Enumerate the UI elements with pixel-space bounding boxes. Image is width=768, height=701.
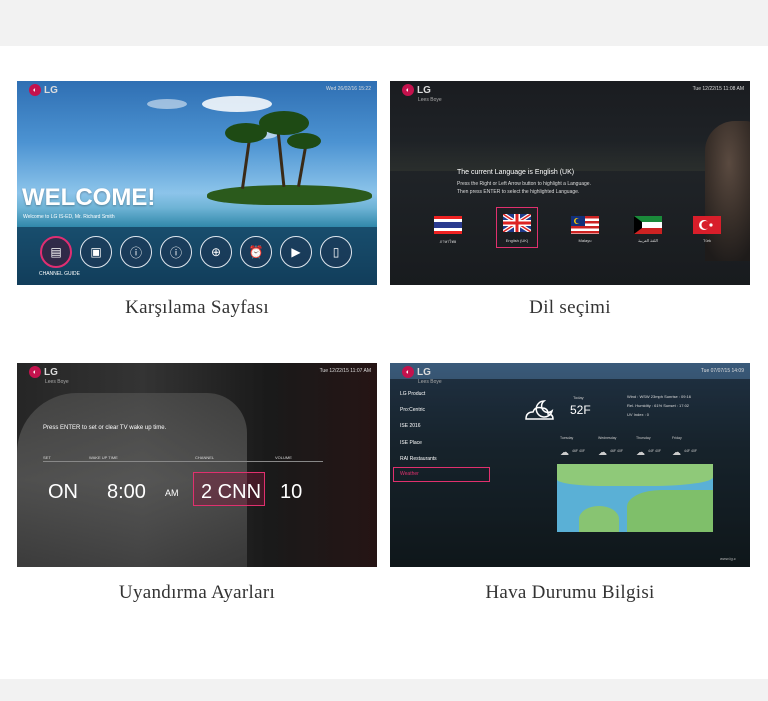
play-icon: ▶ — [291, 245, 301, 259]
set-value[interactable]: ON — [48, 481, 78, 504]
tv-icon-button[interactable]: ▣ — [80, 236, 112, 268]
wakeup-time-value[interactable]: 8:00 — [107, 481, 146, 504]
alarm-button[interactable]: ⏰ — [240, 236, 272, 268]
instruction-line-1: Press the Right or Left Arrow button to … — [457, 181, 591, 187]
menu-item-procentric[interactable]: Pro:Centric — [400, 407, 425, 413]
info-icon: ⓘ — [169, 245, 182, 260]
video-button[interactable]: ▶ — [280, 236, 312, 268]
caption-language: Dil seçimi — [529, 297, 611, 318]
forecast-day: Friday — [672, 436, 682, 440]
caption-weather: Hava Durumu Bilgisi — [485, 582, 655, 603]
footer-url[interactable]: www.lg.c — [720, 556, 736, 561]
welcome-subtitle: Welcome to LG IS-ED, Mr. Richard Smith — [23, 214, 115, 220]
lg-logo: ◐ LG — [29, 84, 58, 96]
wakeup-screen-panel: ◐ LG Lees Boye Tue 12/22/15 11:07 AM Pres… — [17, 363, 377, 567]
globe-icon: ⊕ — [210, 245, 222, 259]
date-time: Tue 12/22/15 11:07 AM — [319, 368, 371, 374]
tv-icon: ▣ — [90, 245, 102, 259]
welcome-title: WELCOME! — [22, 184, 156, 211]
ampm-value[interactable]: AM — [165, 488, 179, 498]
forecast-temp: 46F 40F — [572, 449, 586, 453]
date-time: Tue 07/07/15 14:09 — [700, 368, 744, 374]
forecast-temp: 46F 40F — [610, 449, 624, 453]
forecast-day: Wednesday — [598, 436, 617, 440]
info-icon: ⓘ — [129, 245, 142, 260]
forecast-cloud-icon: ☁ — [560, 447, 569, 457]
lg-logo: ◐ LG — [402, 84, 431, 96]
flag-label-english: English (UK) — [505, 238, 529, 243]
background-trees — [390, 141, 750, 171]
wind-info: Wind : WSW 23mph Sunrise : 09:16 — [627, 394, 692, 399]
menu-item-weather[interactable]: Weather — [400, 471, 419, 477]
menu-item-lg-product[interactable]: LG Product — [400, 391, 425, 397]
menu-item-ise-2016[interactable]: ISE 2016 — [400, 423, 421, 429]
turkey-flag-icon[interactable] — [693, 216, 721, 234]
instruction-line-2: Then press ENTER to select the highlight… — [457, 189, 580, 195]
welcome-screen-panel: ◐ LG Wed 26/02/16 15:22 WELCOME! Welcome … — [17, 81, 377, 285]
menu-item-ise-place[interactable]: ISE Place — [400, 440, 422, 446]
menu-item-rai-restaurants[interactable]: RAI Restaurants — [400, 456, 437, 462]
forecast-day: Tuesday — [560, 436, 574, 440]
forecast-temp: 44F 40F — [684, 449, 698, 453]
flag-label-arabic: اللغة العربية — [638, 238, 658, 243]
hotel-info-button[interactable]: ⓘ — [160, 236, 192, 268]
date-time: Tue 12/22/15 11:08 AM — [692, 86, 744, 92]
forecast-cloud-icon: ☁ — [636, 447, 645, 457]
caption-welcome: Karşılama Sayfası — [125, 297, 269, 318]
top-band — [0, 0, 768, 46]
tv-guide-icon: ▤ — [50, 245, 62, 259]
current-language: The current Language is English (UK) — [457, 169, 575, 176]
cloudy-moon-icon — [525, 400, 554, 420]
selected-item-label: CHANNEL GUIDE — [39, 271, 80, 277]
language-screen-panel: ◐ LG Lees Boye Tue 12/22/15 11:08 AM The … — [390, 81, 750, 285]
dim-overlay — [17, 363, 377, 567]
divider — [43, 461, 323, 462]
info-button[interactable]: ⓘ — [120, 236, 152, 268]
alarm-clock-icon: ⏰ — [248, 245, 264, 259]
channel-guide-button[interactable]: ▤ — [40, 236, 72, 268]
current-temperature: 52F — [570, 403, 591, 417]
remote-button[interactable]: ▯ — [320, 236, 352, 268]
lg-logo: ◐ LG — [29, 366, 58, 378]
flag-label-turkish: Türk — [703, 238, 711, 243]
thai-flag-icon[interactable] — [434, 216, 462, 234]
property-name: Lees Boye — [418, 97, 442, 103]
remote-icon: ▯ — [332, 245, 340, 259]
property-name: Lees Boye — [418, 379, 442, 385]
set-label: SET — [43, 455, 51, 460]
today-label: Today — [573, 395, 584, 400]
kuwait-flag-icon[interactable] — [634, 216, 662, 234]
volume-value[interactable]: 10 — [280, 481, 302, 504]
volume-label: VOLUME — [275, 455, 292, 460]
forecast-cloud-icon: ☁ — [598, 447, 607, 457]
channel-value: 2 CNN — [201, 481, 262, 503]
bottom-band — [0, 679, 768, 701]
weather-screen-panel: ◐ LG Lees Boye Tue 07/07/15 14:09 LG Prod… — [390, 363, 750, 567]
malaysia-flag-icon[interactable] — [571, 216, 599, 234]
flag-label-malay: Malayu — [578, 238, 592, 243]
humidity-info: Rel. Humidity : 61% Sunset : 17:02 — [627, 403, 690, 408]
cloud — [147, 99, 187, 109]
channel-label: CHANNEL — [195, 455, 215, 460]
uv-info: UV Index : 0 — [627, 412, 650, 417]
lg-logo: ◐ LG — [402, 366, 431, 378]
forecast-day: Thursday — [636, 436, 651, 440]
forecast-temp: 44F 40F — [648, 449, 662, 453]
forecast-cloud-icon: ☁ — [672, 447, 681, 457]
date-time: Wed 26/02/16 15:22 — [326, 86, 371, 92]
palm-leaves — [287, 133, 321, 149]
caption-wakeup: Uyandırma Ayarları — [118, 582, 276, 603]
property-name: Lees Boye — [45, 379, 69, 385]
cloud — [202, 96, 272, 112]
palm-leaves — [259, 111, 309, 135]
wakeup-prompt: Press ENTER to set or clear TV wake up t… — [43, 425, 167, 431]
time-label: WAKE UP TIME — [89, 455, 118, 460]
flag-label-thai: ภาษาไทย — [439, 239, 457, 244]
globe-button[interactable]: ⊕ — [200, 236, 232, 268]
island — [207, 185, 372, 205]
weather-map[interactable] — [557, 464, 713, 532]
